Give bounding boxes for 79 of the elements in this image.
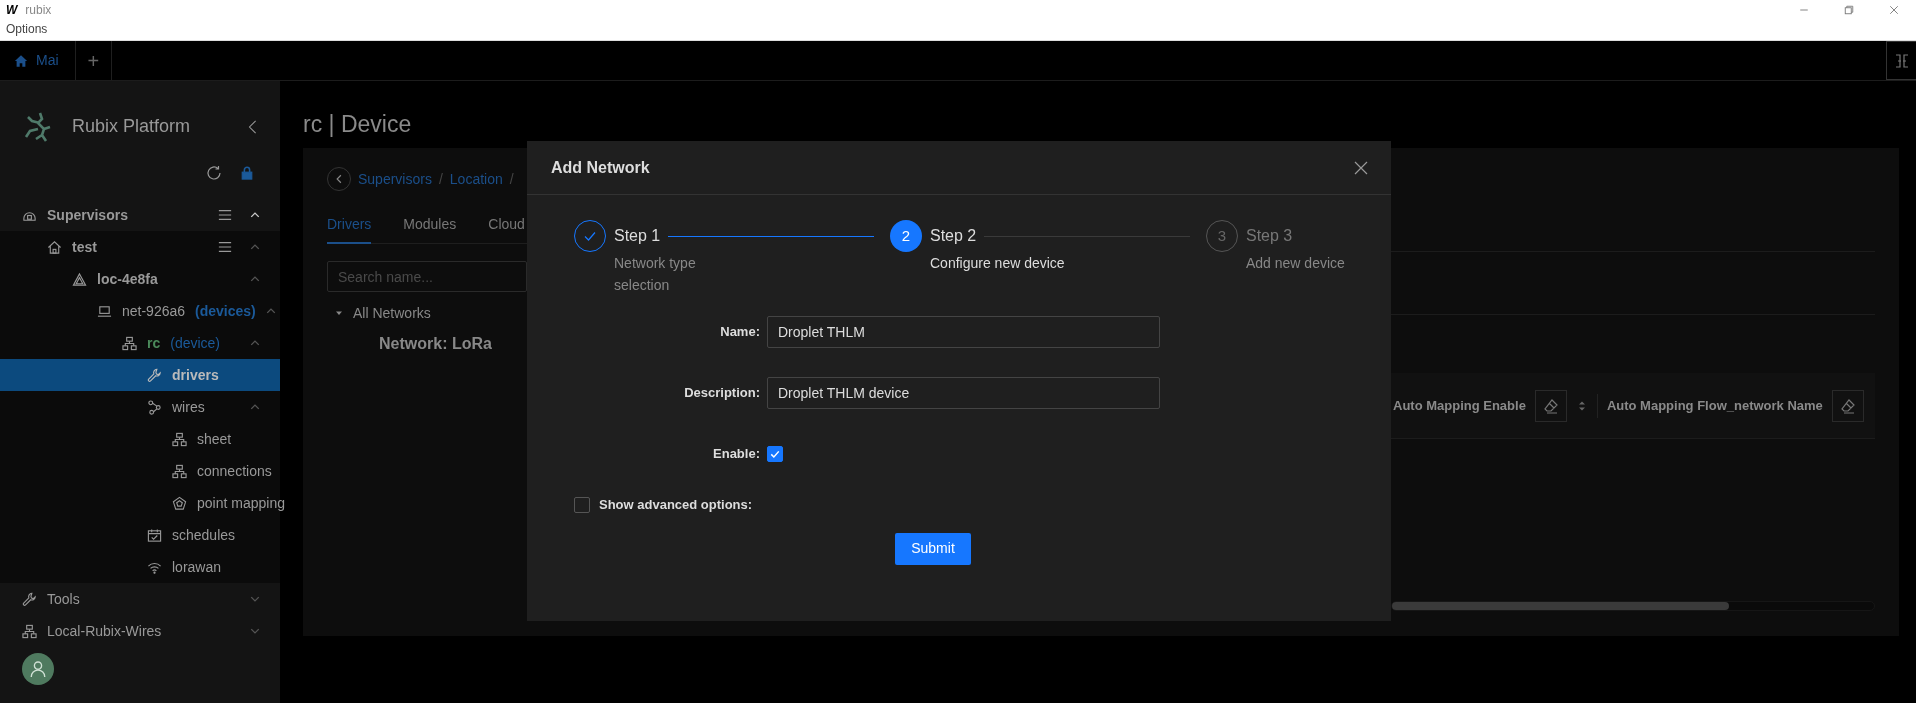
page-title: rc | Device [303, 110, 413, 139]
refresh-icon[interactable] [206, 165, 222, 181]
filter-button[interactable] [1831, 389, 1864, 422]
tree-item[interactable]: Network: LoRa [379, 332, 527, 356]
field-label: Name: [719, 323, 760, 342]
step-description: Add new device [1246, 254, 1346, 273]
input-field[interactable]: Droplet THLM device [767, 377, 1160, 409]
tree-item[interactable]: connections [0, 455, 280, 487]
hierarchy-icon [172, 463, 187, 479]
tree-item[interactable]: drivers [0, 359, 280, 391]
column-header: Auto Mapping Flow_network Name [1606, 396, 1823, 415]
column-header: Auto Mapping Enable [1393, 396, 1526, 415]
home-icon [14, 53, 28, 68]
tree-item[interactable]: sheet [0, 423, 280, 455]
tree-item[interactable]: test [0, 231, 280, 263]
tree-item[interactable]: rc (device) [0, 327, 280, 359]
close-icon [1353, 159, 1369, 176]
step-title: Step 2 [930, 226, 977, 246]
avatar[interactable] [22, 653, 54, 685]
window-title: rubix [25, 2, 52, 19]
filter-button[interactable] [1534, 389, 1567, 422]
wrench-icon [147, 367, 162, 383]
scrollbar[interactable] [1391, 601, 1875, 611]
home-icon [47, 239, 62, 255]
chevron-down-icon[interactable] [250, 594, 260, 604]
tree-item[interactable]: net-926a6 (devices) [0, 295, 280, 327]
field-label: Enable: [712, 445, 760, 464]
laptop-icon [97, 303, 112, 319]
wrench-icon [22, 591, 37, 607]
new-tab-button[interactable]: + [75, 41, 113, 80]
close-icon[interactable] [1887, 4, 1900, 16]
tree-item[interactable]: Local-Rubix-Wires [0, 615, 280, 647]
lock-icon[interactable] [240, 165, 254, 181]
calendar-icon [147, 527, 162, 543]
menu-icon[interactable] [218, 240, 232, 254]
hierarchy-icon [22, 623, 37, 639]
tree-item[interactable]: loc-4e8fa [0, 263, 280, 295]
tree-item[interactable]: Supervisors [0, 199, 280, 231]
tree-item[interactable]: All Networks [353, 302, 431, 324]
breadcrumb-separator: / [438, 169, 443, 189]
restore-icon[interactable] [1842, 4, 1855, 16]
caret-down-icon[interactable] [335, 309, 343, 317]
submit-button[interactable]: Submit [895, 532, 971, 565]
checkbox-label: Show advanced options: [599, 496, 753, 514]
eraser-icon [1839, 397, 1856, 414]
brand-title: Rubix Platform [72, 115, 191, 138]
tab[interactable]: Cloud [488, 206, 525, 244]
tree-item[interactable]: Tools [0, 583, 280, 615]
tree-item[interactable]: lorawan [0, 551, 280, 583]
tree-item[interactable]: wires [0, 391, 280, 423]
chevron-down-icon[interactable] [250, 626, 260, 636]
search-field[interactable]: Search name... [327, 261, 527, 292]
checkbox[interactable] [767, 446, 783, 462]
tab[interactable]: Modules [403, 206, 457, 244]
step-description: Configure new device [930, 254, 1066, 273]
tree-item[interactable]: schedules [0, 519, 280, 551]
chevron-left-icon [334, 174, 344, 184]
dialog-title: Add Network [551, 157, 650, 178]
chevron-up-icon[interactable] [250, 210, 260, 220]
step-indicator: 2 [890, 220, 922, 252]
checkbox[interactable] [574, 496, 590, 513]
input-field[interactable]: Droplet THLM [767, 316, 1160, 348]
field-label: Description: [683, 384, 760, 403]
step-title: Step 3 [1246, 226, 1293, 246]
breadcrumb-separator: / [509, 169, 514, 189]
step-title: Step 1 [614, 226, 661, 246]
step-description: Network type selection [614, 254, 697, 295]
nodes-icon [147, 399, 162, 415]
triangle-icon [72, 271, 87, 287]
app-logo: W [6, 2, 18, 19]
eraser-icon [1542, 397, 1559, 414]
menu-item[interactable]: Options [6, 20, 48, 38]
close-button[interactable] [1353, 159, 1369, 176]
pentagon-icon [172, 495, 187, 511]
hierarchy-icon [122, 335, 137, 351]
menu-icon[interactable] [218, 208, 232, 222]
panel-toggle-icon[interactable] [1893, 52, 1910, 69]
check-icon [769, 448, 781, 460]
hierarchy-icon [172, 431, 187, 447]
